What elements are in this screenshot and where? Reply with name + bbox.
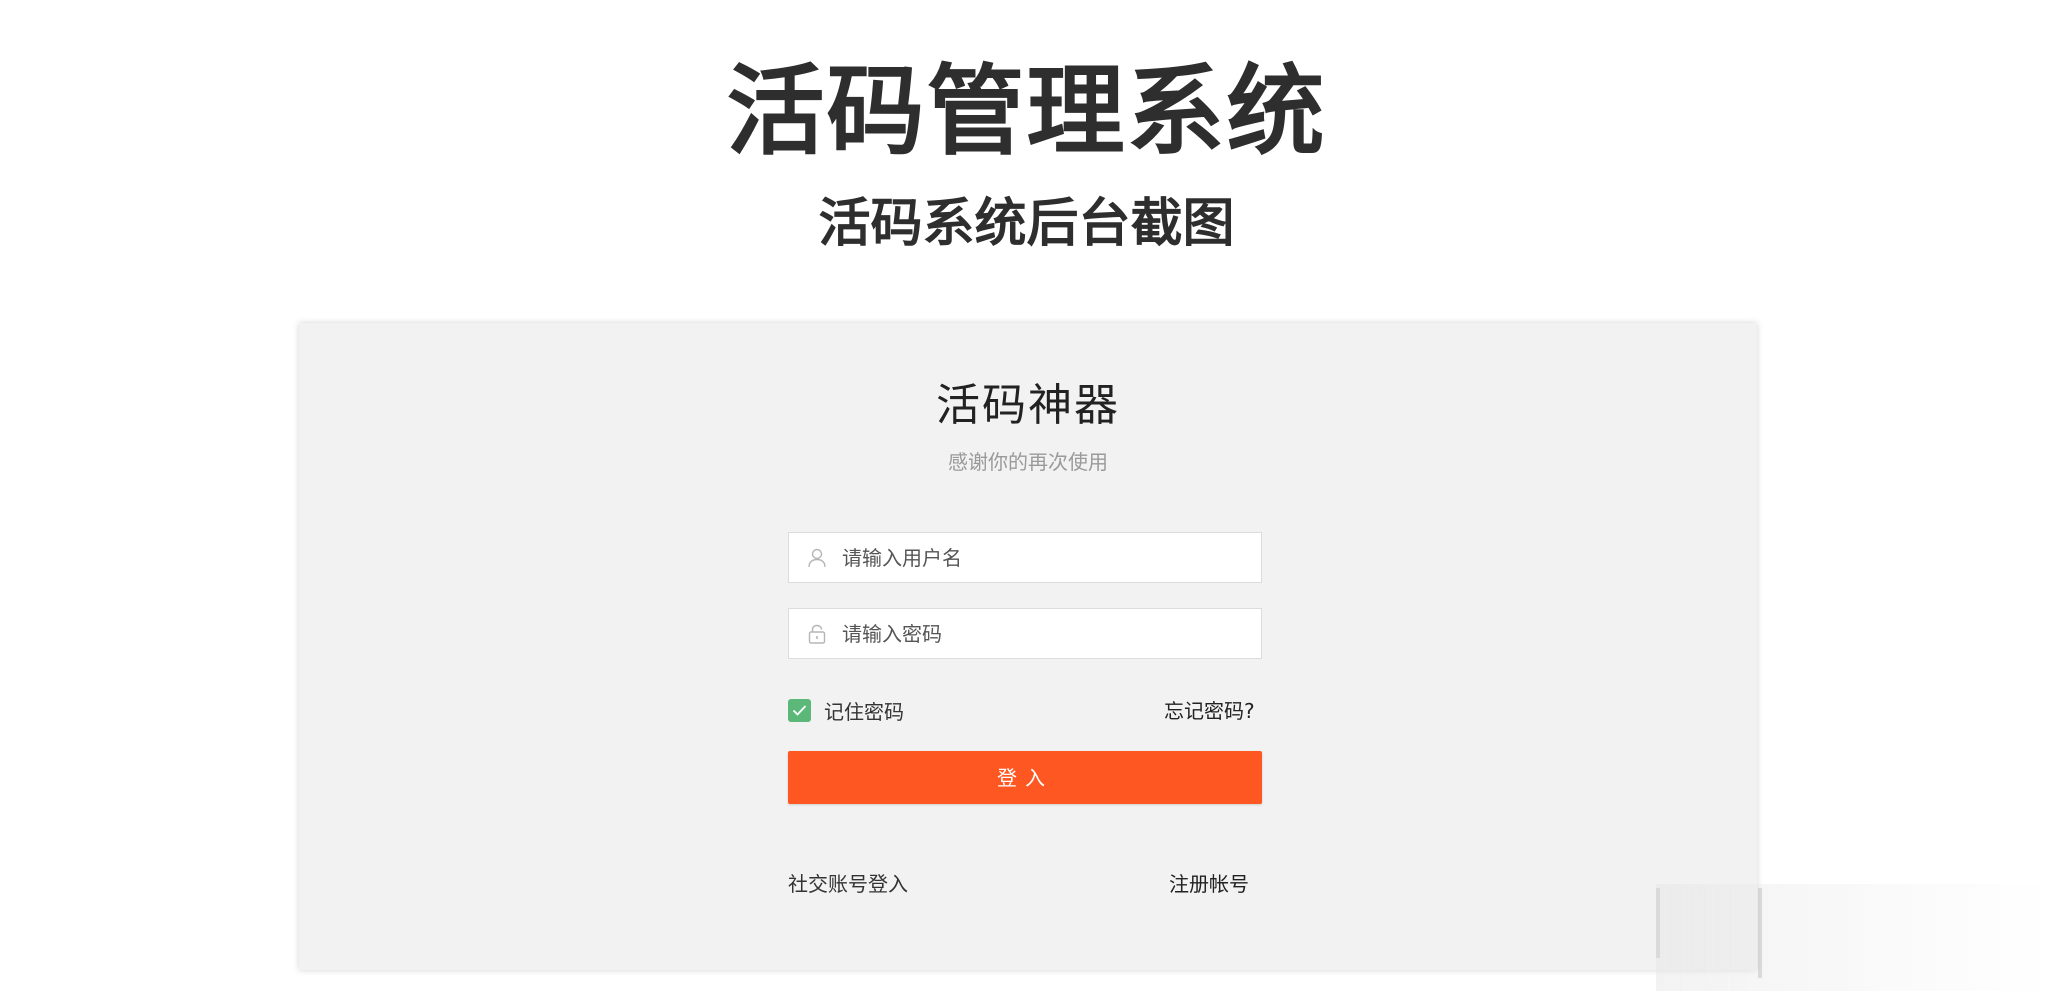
watermark: [1656, 884, 2053, 991]
social-login-link[interactable]: 社交账号登入: [788, 868, 908, 897]
password-input[interactable]: [842, 609, 1242, 658]
remember-label: 记住密码: [824, 699, 904, 724]
lock-icon: [806, 623, 828, 645]
login-title: 活码神器: [936, 380, 1120, 431]
forgot-password-link[interactable]: 忘记密码?: [1164, 695, 1255, 724]
user-icon: [806, 547, 828, 569]
username-field[interactable]: [788, 532, 1262, 583]
remember-password-toggle[interactable]: 记住密码: [788, 697, 904, 724]
check-icon: [792, 704, 807, 716]
login-panel: 活码神器 感谢你的再次使用 记住密码 忘记密码? 登入: [299, 323, 1757, 970]
page-title: 活码管理系统: [726, 55, 1327, 169]
login-subtitle: 感谢你的再次使用: [948, 450, 1108, 474]
password-field[interactable]: [788, 608, 1262, 659]
register-link[interactable]: 注册帐号: [1169, 868, 1249, 897]
username-input[interactable]: [842, 533, 1242, 582]
remember-checkbox[interactable]: [788, 698, 811, 722]
login-button[interactable]: 登入: [788, 751, 1262, 804]
page-subtitle: 活码系统后台截图: [818, 194, 1235, 254]
